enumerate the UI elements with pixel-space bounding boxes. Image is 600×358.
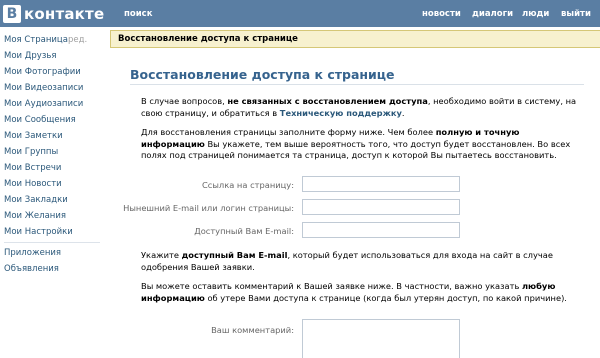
instructions-text-a: Для восстановления страницы заполните фо… — [141, 127, 436, 137]
email-note-text-a: Укажите — [141, 250, 182, 260]
sidebar-item-news[interactable]: Мои Новости — [4, 179, 62, 189]
sidebar-item-groups[interactable]: Мои Группы — [4, 147, 58, 157]
nav-people-link[interactable]: люди — [522, 9, 549, 19]
sidebar-divider — [4, 242, 100, 243]
site-logo[interactable]: В контакте — [3, 4, 104, 23]
logo-text: контакте — [24, 4, 105, 23]
email-note-paragraph: Укажите доступный Вам E-mail, который бу… — [141, 250, 581, 273]
sidebar-item-wishes[interactable]: Мои Желания — [4, 211, 66, 221]
email-note-bold: доступный Вам E-mail — [181, 250, 288, 260]
sidebar-item-bookmarks[interactable]: Мои Закладки — [4, 195, 68, 205]
comment-label: Ваш комментарий: — [211, 325, 294, 335]
nav-logout-link[interactable]: выйти — [561, 9, 591, 19]
current-email-label: Нынешний E-mail или логин страницы: — [123, 203, 294, 213]
logo-letter: В — [3, 4, 21, 23]
sidebar-edit-link[interactable]: ред. — [68, 35, 87, 45]
breadcrumb-title: Восстановление доступа к странице — [118, 34, 298, 44]
title-divider — [130, 84, 584, 85]
sidebar-item-events[interactable]: Мои Встречи — [4, 163, 61, 173]
intro-paragraph: В случае вопросов, не связанных с восста… — [141, 96, 581, 119]
instructions-text-b: Вы укажете, тем выше вероятность того, ч… — [141, 138, 571, 161]
current-email-input[interactable] — [302, 199, 460, 215]
sidebar-item-ads[interactable]: Объявления — [4, 264, 59, 274]
intro-text-end: . — [401, 107, 405, 118]
sidebar-item-friends[interactable]: Мои Друзья — [4, 51, 56, 61]
sidebar-item-audio[interactable]: Мои Аудиозаписи — [4, 99, 83, 109]
intro-text-a: В случае вопросов, — [141, 96, 228, 106]
available-email-input[interactable] — [302, 222, 460, 238]
page-link-input[interactable] — [302, 176, 460, 192]
sidebar-item-settings[interactable]: Мои Настройки — [4, 227, 73, 237]
comment-note-text-b: об утере Вами доступа к странице (когда … — [204, 292, 567, 303]
breadcrumb-bar: Восстановление доступа к странице — [110, 30, 600, 48]
comment-note-paragraph: Вы можете оставить комментарий к Вашей з… — [141, 281, 581, 304]
sidebar-item-photos[interactable]: Мои Фотографии — [4, 67, 81, 77]
nav-dialogs-link[interactable]: диалоги — [472, 9, 513, 19]
page-title: Восстановление доступа к странице — [130, 67, 395, 82]
sidebar-item-messages[interactable]: Мои Сообщения — [4, 115, 76, 125]
available-email-label: Доступный Вам E-mail: — [194, 226, 294, 236]
sidebar-item-my-page[interactable]: Моя Страница — [4, 35, 68, 45]
form-instructions-paragraph: Для восстановления страницы заполните фо… — [141, 127, 581, 162]
sidebar-item-videos[interactable]: Мои Видеозаписи — [4, 83, 83, 93]
top-header: В контакте поиск новости диалоги люди вы… — [0, 0, 600, 27]
search-link[interactable]: поиск — [124, 9, 152, 19]
intro-text-bold: не связанных с восстановлением доступа — [227, 96, 428, 106]
comment-note-text-a: Вы можете оставить комментарий к Вашей з… — [141, 281, 522, 291]
support-link[interactable]: Техническую поддержку — [280, 108, 402, 118]
sidebar-item-apps[interactable]: Приложения — [4, 248, 61, 258]
page-link-label: Ссылка на страницу: — [201, 180, 294, 190]
sidebar-item-notes[interactable]: Мои Заметки — [4, 131, 63, 141]
comment-textarea[interactable] — [302, 319, 460, 358]
nav-news-link[interactable]: новости — [422, 9, 461, 19]
